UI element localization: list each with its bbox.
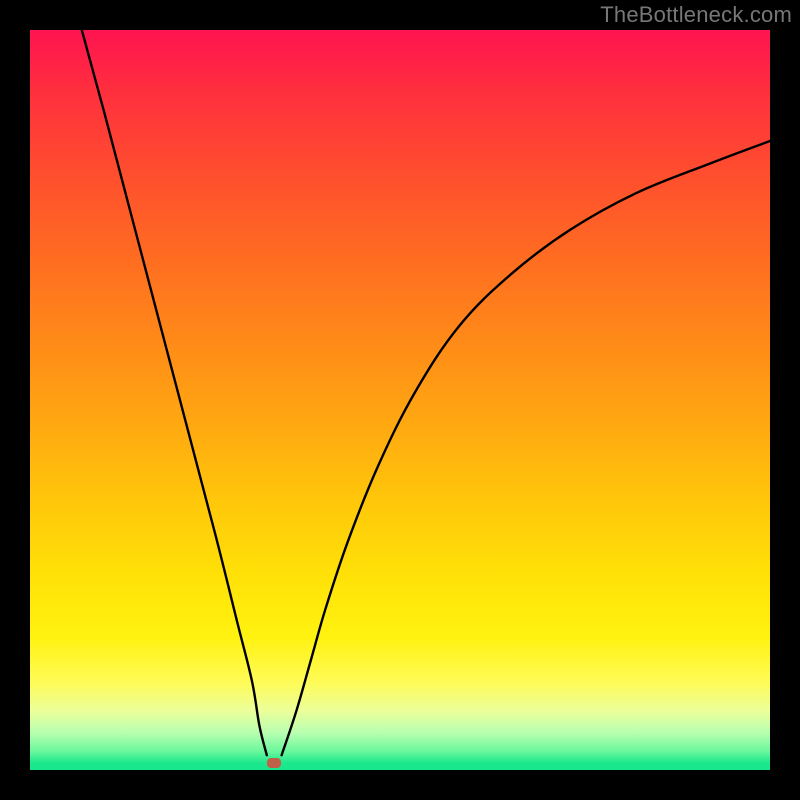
curve-right [282, 141, 770, 755]
chart-frame: TheBottleneck.com [0, 0, 800, 800]
watermark-text: TheBottleneck.com [600, 2, 792, 28]
curve-svg [30, 30, 770, 770]
min-marker [267, 758, 281, 768]
curve-left [82, 30, 267, 755]
plot-area [30, 30, 770, 770]
